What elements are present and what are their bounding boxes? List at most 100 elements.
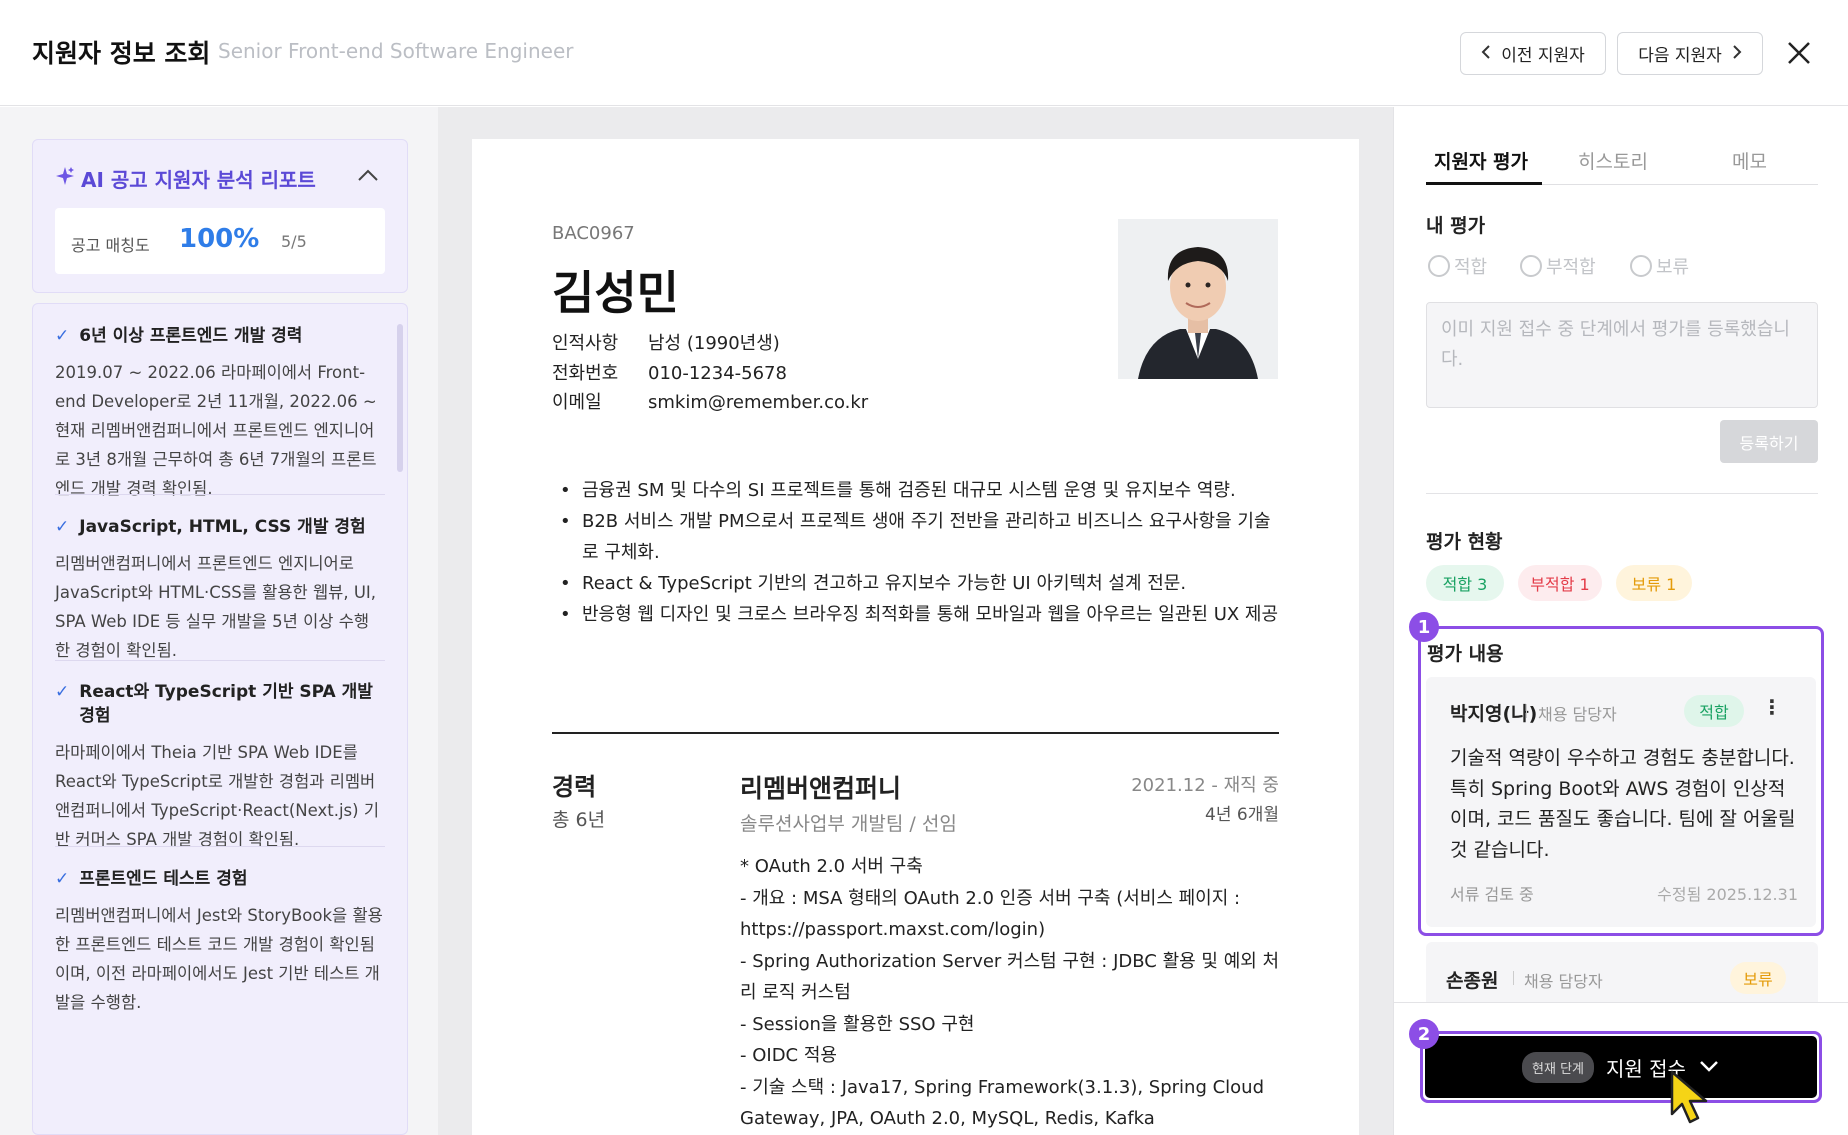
ai-report-header[interactable]: AI 공고 지원자 분석 리포트 xyxy=(55,164,316,193)
current-stage-pill: 현재 단계 xyxy=(1522,1051,1594,1083)
match-percent: 100% xyxy=(179,224,260,254)
step-badge-2: 2 xyxy=(1409,1019,1439,1049)
job-title: Senior Front-end Software Engineer xyxy=(218,39,574,63)
analysis-item-body: 라마페이에서 Theia 기반 SPA Web IDE를 React와 Type… xyxy=(55,743,380,849)
info-key: 전화번호 xyxy=(552,363,619,384)
prev-applicant-label: 이전 지원자 xyxy=(1501,46,1585,66)
eval-stage: 서류 검토 중 xyxy=(1450,885,1534,904)
radio-circle xyxy=(1428,255,1450,277)
chevron-right-icon xyxy=(1732,44,1742,64)
tab-memo[interactable]: 메모 xyxy=(1732,147,1767,174)
active-tab-indicator xyxy=(1426,182,1542,185)
eval-text: 기술적 역량이 우수하고 경험도 충분합니다. 특히 Spring Boot와 … xyxy=(1450,747,1796,861)
career-line: - 개요 : MSA 형태의 OAuth 2.0 인증 서버 구축 (서비스 페… xyxy=(740,887,1241,941)
career-line: - Session을 활용한 SSO 구현 xyxy=(740,1013,975,1035)
prev-applicant-button[interactable]: 이전 지원자 xyxy=(1460,32,1606,75)
tab-history[interactable]: 히스토리 xyxy=(1578,147,1648,174)
analysis-item: ✓ JavaScript, HTML, CSS 개발 경험 리멤버앤컴퍼니에서 프… xyxy=(55,515,383,665)
summary-item: 금융권 SM 및 다수의 SI 프로젝트를 통해 검증된 대규모 시스템 운영 … xyxy=(552,475,1282,506)
career-line: - 기술 스택 : Java17, Spring Framework(3.1.3… xyxy=(740,1076,1265,1130)
career-heading: 경력 xyxy=(552,773,597,801)
status-chip-hold[interactable]: 보류 1 xyxy=(1616,565,1692,601)
analysis-item: ✓ 6년 이상 프론트엔드 개발 경력 2019.07 ~ 2022.06 라마페… xyxy=(55,324,383,503)
my-eval-heading: 내 평가 xyxy=(1426,215,1486,237)
page-title: 지원자 정보 조회 xyxy=(32,39,211,68)
resume-document: BAC0967 김성민 인적사항 남성 (1990년생) 전화번호 010-1234… xyxy=(472,139,1359,1135)
radio-unsuitable[interactable]: 부적합 xyxy=(1520,253,1596,279)
cursor-pointer-icon xyxy=(1668,1070,1716,1130)
next-applicant-button[interactable]: 다음 지원자 xyxy=(1617,32,1763,75)
analysis-item-body: 리멤버앤컴퍼니에서 프론트엔드 엔지니어로 JavaScript와 HTML·C… xyxy=(55,554,377,660)
info-value: 010-1234-5678 xyxy=(648,363,787,384)
career-duration: 4년 6개월 xyxy=(1205,805,1279,825)
radio-suitable[interactable]: 적합 xyxy=(1428,253,1487,279)
radio-label: 보류 xyxy=(1656,257,1690,278)
info-row-personal: 인적사항 남성 (1990년생) xyxy=(552,329,780,355)
check-icon: ✓ xyxy=(55,869,70,889)
more-options-icon[interactable]: ⋮ xyxy=(1762,695,1782,719)
info-value: 남성 (1990년생) xyxy=(648,333,780,354)
career-total: 총 6년 xyxy=(552,809,606,831)
tab-evaluation[interactable]: 지원자 평가 xyxy=(1434,147,1528,174)
radio-hold[interactable]: 보류 xyxy=(1630,253,1689,279)
divider xyxy=(1426,493,1818,494)
resume-area[interactable]: BAC0967 김성민 인적사항 남성 (1990년생) 전화번호 010-1234… xyxy=(438,107,1393,1135)
analysis-item-title: 프론트엔드 테스트 경험 xyxy=(79,869,248,889)
match-score: 공고 매칭도 100% 5/5 xyxy=(55,208,385,274)
info-row-phone: 전화번호 010-1234-5678 xyxy=(552,359,787,385)
analysis-item-title: React와 TypeScript 기반 SPA 개발 경험 xyxy=(79,682,373,726)
match-fraction: 5/5 xyxy=(281,232,307,251)
register-button[interactable]: 등록하기 xyxy=(1720,420,1818,463)
status-badge: 보류 xyxy=(1730,962,1786,994)
stage-dropdown-button[interactable]: 현재 단계 지원 접수 xyxy=(1425,1036,1817,1098)
info-key: 이메일 xyxy=(552,392,602,413)
analysis-item-body: 2019.07 ~ 2022.06 라마페이에서 Front-end Devel… xyxy=(55,363,377,498)
check-icon: ✓ xyxy=(55,682,70,702)
summary-list: 금융권 SM 및 다수의 SI 프로젝트를 통해 검증된 대규모 시스템 운영 … xyxy=(552,475,1282,630)
status-chip-suitable[interactable]: 적합 3 xyxy=(1426,565,1504,601)
info-row-email: 이메일 smkim@remember.co.kr xyxy=(552,388,868,414)
scrollbar[interactable] xyxy=(397,324,403,472)
career-line: - OIDC 적용 xyxy=(740,1045,837,1066)
radio-label: 적합 xyxy=(1454,257,1488,278)
header: 지원자 정보 조회 Senior Front-end Software Engi… xyxy=(0,0,1848,106)
chevron-left-icon xyxy=(1481,44,1491,64)
chevron-up-icon[interactable] xyxy=(355,166,381,186)
analysis-item-title: JavaScript, HTML, CSS 개발 경험 xyxy=(79,517,366,537)
radio-circle xyxy=(1630,255,1652,277)
company-dept: 솔루션사업부 개발팀 / 선임 xyxy=(740,813,957,835)
check-icon: ✓ xyxy=(55,517,70,537)
career-line: * OAuth 2.0 서버 구축 xyxy=(740,856,923,877)
analysis-item: ✓ React와 TypeScript 기반 SPA 개발 경험 라마페이에서 T… xyxy=(55,680,383,854)
evaluation-textarea[interactable]: 이미 지원 접수 중 단계에서 평가를 등록했습니다. xyxy=(1426,302,1818,408)
divider xyxy=(55,846,385,847)
eval-card: 박지영(나) 채용 담당자 적합 ⋮ 기술적 역량이 우수하고 경험도 충분합니… xyxy=(1426,677,1816,927)
info-key: 인적사항 xyxy=(552,333,619,354)
career-period: 2021.12 - 재직 중 xyxy=(1131,775,1279,796)
eval-modified: 수정됨 2025.12.31 xyxy=(1657,885,1798,904)
evaluator-name: 손종원 xyxy=(1446,970,1499,992)
radio-circle xyxy=(1520,255,1542,277)
check-icon: ✓ xyxy=(55,326,70,346)
info-value[interactable]: smkim@remember.co.kr xyxy=(648,392,868,413)
company-name: 리멤버앤컴퍼니 xyxy=(740,774,902,803)
eval-status-heading: 평가 현황 xyxy=(1426,531,1503,553)
match-label: 공고 매칭도 xyxy=(71,236,150,255)
tab-bar: 지원자 평가 히스토리 메모 xyxy=(1426,137,1818,185)
status-chip-unsuitable[interactable]: 부적합 1 xyxy=(1518,565,1602,601)
applicant-name: 김성민 xyxy=(552,266,679,320)
career-details: * OAuth 2.0 서버 구축 - 개요 : MSA 형태의 OAuth 2… xyxy=(740,851,1280,1135)
evaluator-name: 박지영(나) xyxy=(1450,703,1538,725)
ai-report-card: AI 공고 지원자 분석 리포트 공고 매칭도 100% 5/5 xyxy=(32,139,408,293)
divider xyxy=(55,660,385,661)
analysis-list[interactable]: ✓ 6년 이상 프론트엔드 개발 경력 2019.07 ~ 2022.06 라마페… xyxy=(32,303,408,1135)
eval-content-heading: 평가 내용 xyxy=(1427,643,1504,665)
evaluation-panel: 지원자 평가 히스토리 메모 내 평가 적합 부적합 보류 이미 지원 접수 중… xyxy=(1393,107,1848,1135)
close-icon[interactable] xyxy=(1784,38,1814,68)
analysis-item-body: 리멤버앤컴퍼니에서 Jest와 StoryBook을 활용한 프론트엔드 테스트… xyxy=(55,906,383,1012)
summary-item: React & TypeScript 기반의 견고하고 유지보수 가능한 UI … xyxy=(552,568,1282,599)
evaluator-role: 채용 담당자 xyxy=(1513,968,1603,992)
radio-label: 부적합 xyxy=(1546,257,1596,278)
applicant-id: BAC0967 xyxy=(552,223,635,244)
stage-bar: 현재 단계 지원 접수 2 xyxy=(1394,1002,1848,1135)
